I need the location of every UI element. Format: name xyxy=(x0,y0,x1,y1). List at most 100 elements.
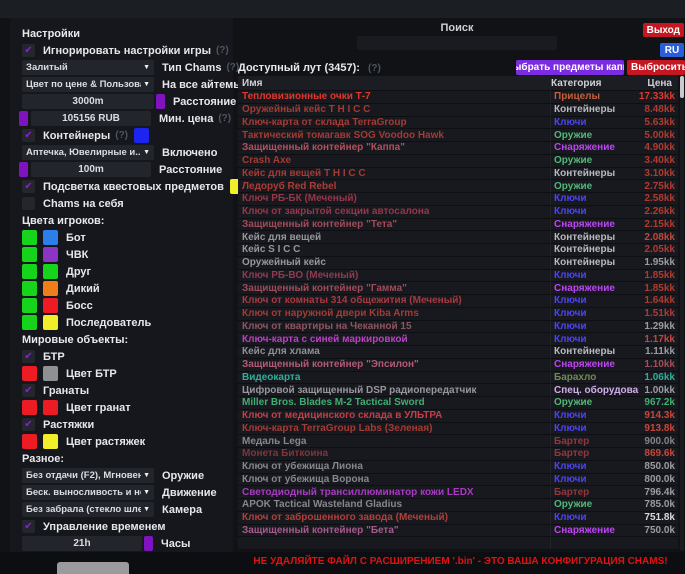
table-row[interactable]: Ключ от комнаты 314 общежития (Меченый) … xyxy=(238,295,678,308)
table-row[interactable]: Защищенный контейнер "Каппа" Снаряжение … xyxy=(238,142,678,155)
table-row[interactable]: Ключ от наружной двери Kiba Arms Ключи 1… xyxy=(238,308,678,321)
table-row[interactable]: Защищенный контейнер "Бета" Снаряжение 7… xyxy=(238,525,678,538)
checkbox[interactable]: ✔ xyxy=(22,384,35,397)
checkbox-chams-self[interactable] xyxy=(22,197,35,210)
player-colors-title: Цвета игроков: xyxy=(10,212,233,229)
table-row[interactable]: Ключ от заброшенного завода (Меченый) Кл… xyxy=(238,512,678,525)
color-swatch-primary[interactable] xyxy=(22,366,37,381)
table-row[interactable]: Ключ от закрытой секции автосалона Ключи… xyxy=(238,206,678,219)
table-row[interactable]: Видеокарта Барахло 1.06kk xyxy=(238,372,678,385)
table-row[interactable]: Ключ РБ-БК (Меченый) Ключи 2.58kk xyxy=(238,193,678,206)
color-swatch-primary[interactable] xyxy=(22,247,37,262)
item-name: Защищенный контейнер "Бета" xyxy=(238,525,551,537)
checkbox-ignore-game[interactable]: ✔ xyxy=(22,44,35,57)
slider-handle[interactable] xyxy=(19,162,28,177)
search-input[interactable] xyxy=(357,36,557,50)
help-icon[interactable]: (?) xyxy=(218,113,231,124)
table-row[interactable]: Кейс для вещей Контейнеры 2.08kk xyxy=(238,231,678,244)
table-row[interactable]: Защищенный контейнер "Тета" Снаряжение 2… xyxy=(238,219,678,232)
color-swatch-secondary[interactable] xyxy=(43,315,58,330)
table-row[interactable]: Кейс для вещей Т Н I С С Контейнеры 3.10… xyxy=(238,168,678,181)
slider-handle[interactable] xyxy=(144,536,153,551)
item-name: Ключ от заброшенного завода (Меченый) xyxy=(238,512,551,524)
select-kappa-items-button[interactable]: Выбрать предметы каппа xyxy=(516,60,624,75)
table-row[interactable]: Медаль Lega Бартер 900.0k xyxy=(238,435,678,448)
color-swatch-primary[interactable] xyxy=(22,230,37,245)
column-price[interactable]: Цена xyxy=(639,78,678,89)
distance-slider[interactable]: 3000m xyxy=(22,94,154,109)
table-row[interactable]: Ключ-карта от склада TerraGroup Ключи 5.… xyxy=(238,117,678,130)
table-row[interactable]: Защищенный контейнер "Гамма" Снаряжение … xyxy=(238,282,678,295)
chams-self-row: Chams на себя xyxy=(10,195,233,212)
help-icon[interactable]: (?) xyxy=(216,45,229,56)
item-price: 850.0k xyxy=(639,461,678,473)
slider-handle[interactable] xyxy=(19,111,28,126)
checkbox[interactable]: ✔ xyxy=(22,418,35,431)
slider-handle[interactable] xyxy=(156,94,165,109)
containers-filter-dropdown[interactable]: Аптечка, Ювелирные и... ▼ xyxy=(22,145,154,160)
color-swatch-secondary[interactable] xyxy=(43,247,58,262)
table-row[interactable] xyxy=(238,537,678,550)
table-row[interactable]: Ключ от убежища Лиона Ключи 850.0k xyxy=(238,461,678,474)
column-name[interactable]: Имя xyxy=(238,78,551,89)
quest-highlight-row: ✔ Подсветка квестовых предметов xyxy=(10,178,233,195)
table-scrollbar[interactable] xyxy=(680,76,684,550)
table-row[interactable]: Оружейный кейс Контейнеры 1.95kk xyxy=(238,257,678,270)
time-control-label: Управление временем xyxy=(43,521,166,533)
hours-slider[interactable]: 21h xyxy=(22,536,142,551)
exit-button[interactable]: Выход xyxy=(643,23,684,37)
color-swatch-secondary[interactable] xyxy=(43,281,58,296)
discard-all-button[interactable]: Выбросить все xyxy=(627,60,685,75)
settings-panel: Настройки ✔ Игнорировать настройки игры … xyxy=(10,18,233,552)
table-row[interactable]: Светодиодный трансиллюминатор кожи LEDX … xyxy=(238,486,678,499)
table-row[interactable]: Монета Биткоина Бартер 869.6k xyxy=(238,448,678,461)
checkbox-time-control[interactable]: ✔ xyxy=(22,520,35,533)
table-row[interactable]: Ключ-карта TerraGroup Labs (Зеленая) Клю… xyxy=(238,423,678,436)
table-row[interactable]: Ледоруб Red Rebel Оружие 2.75kk xyxy=(238,180,678,193)
table-row[interactable]: Ключ от медицинского склада в УЛЬТРА Клю… xyxy=(238,410,678,423)
table-row[interactable]: Кейс для хлама Контейнеры 1.11kk xyxy=(238,346,678,359)
color-swatch-secondary[interactable] xyxy=(43,264,58,279)
checkbox-quest-highlight[interactable]: ✔ xyxy=(22,180,35,193)
help-icon[interactable]: (?) xyxy=(115,130,128,141)
table-row[interactable]: Кейс S I C C Контейнеры 2.05kk xyxy=(238,244,678,257)
containers-color-swatch[interactable] xyxy=(134,128,149,143)
table-row[interactable]: Тепловизионные очки Т-7 Прицелы 17.33kk xyxy=(238,91,678,104)
checkbox[interactable]: ✔ xyxy=(22,350,35,363)
color-swatch-primary[interactable] xyxy=(22,281,37,296)
camera-dropdown[interactable]: Без забрала (стекло шлема) ▼ xyxy=(22,502,154,517)
color-swatch-primary[interactable] xyxy=(22,434,37,449)
table-row[interactable]: Тактический томагавк SOG Voodoo Hawk Ору… xyxy=(238,129,678,142)
color-swatch-secondary[interactable] xyxy=(43,366,58,381)
column-category[interactable]: Категория xyxy=(551,78,639,89)
help-icon[interactable]: (?) xyxy=(368,63,381,74)
items-distance-slider[interactable]: 100m xyxy=(31,162,151,177)
color-swatch-primary[interactable] xyxy=(22,264,37,279)
table-row[interactable]: Ключ-карта с синей маркировкой Ключи 1.1… xyxy=(238,333,678,346)
table-row[interactable]: APOK Tactical Wasteland Gladius Оружие 7… xyxy=(238,499,678,512)
color-swatch-secondary[interactable] xyxy=(43,400,58,415)
language-button[interactable]: RU xyxy=(660,43,684,57)
table-row[interactable]: Miller Bros. Blades M-2 Tactical Sword О… xyxy=(238,397,678,410)
table-row[interactable]: Защищенный контейнер "Эпсилон" Снаряжени… xyxy=(238,359,678,372)
color-swatch-secondary[interactable] xyxy=(43,434,58,449)
color-swatch-primary[interactable] xyxy=(22,298,37,313)
checkbox-containers[interactable]: ✔ xyxy=(22,129,35,142)
color-swatch-secondary[interactable] xyxy=(43,298,58,313)
table-row[interactable]: Ключ от убежища Ворона Ключи 800.0k xyxy=(238,474,678,487)
color-swatch-primary[interactable] xyxy=(22,315,37,330)
table-row[interactable]: Цифровой защищенный DSP радиопередатчик … xyxy=(238,384,678,397)
chams-type-dropdown[interactable]: Залитый ▼ xyxy=(22,60,154,75)
movement-dropdown[interactable]: Беск. выносливость и нет уста ▼ xyxy=(22,485,154,500)
table-row[interactable]: Ключ РБ-ВО (Меченый) Ключи 1.85kk xyxy=(238,270,678,283)
apply-mode-dropdown[interactable]: Цвет по цене & Пользователь ▼ xyxy=(22,77,154,92)
item-name: Кейс S I C C xyxy=(238,244,551,256)
color-swatch-secondary[interactable] xyxy=(43,230,58,245)
color-swatch-primary[interactable] xyxy=(22,400,37,415)
table-row[interactable]: Ключ от квартиры на Чеканной 15 Ключи 1.… xyxy=(238,321,678,334)
table-row[interactable]: Оружейный кейс Т Н I С С Контейнеры 8.48… xyxy=(238,104,678,117)
table-row[interactable]: Crash Axe Оружие 3.40kk xyxy=(238,155,678,168)
scrollbar-thumb[interactable] xyxy=(680,76,684,98)
min-price-slider[interactable]: 105156 RUB xyxy=(31,111,151,126)
weapon-dropdown[interactable]: Без отдачи (F2), Мгновенное п ▼ xyxy=(22,468,154,483)
